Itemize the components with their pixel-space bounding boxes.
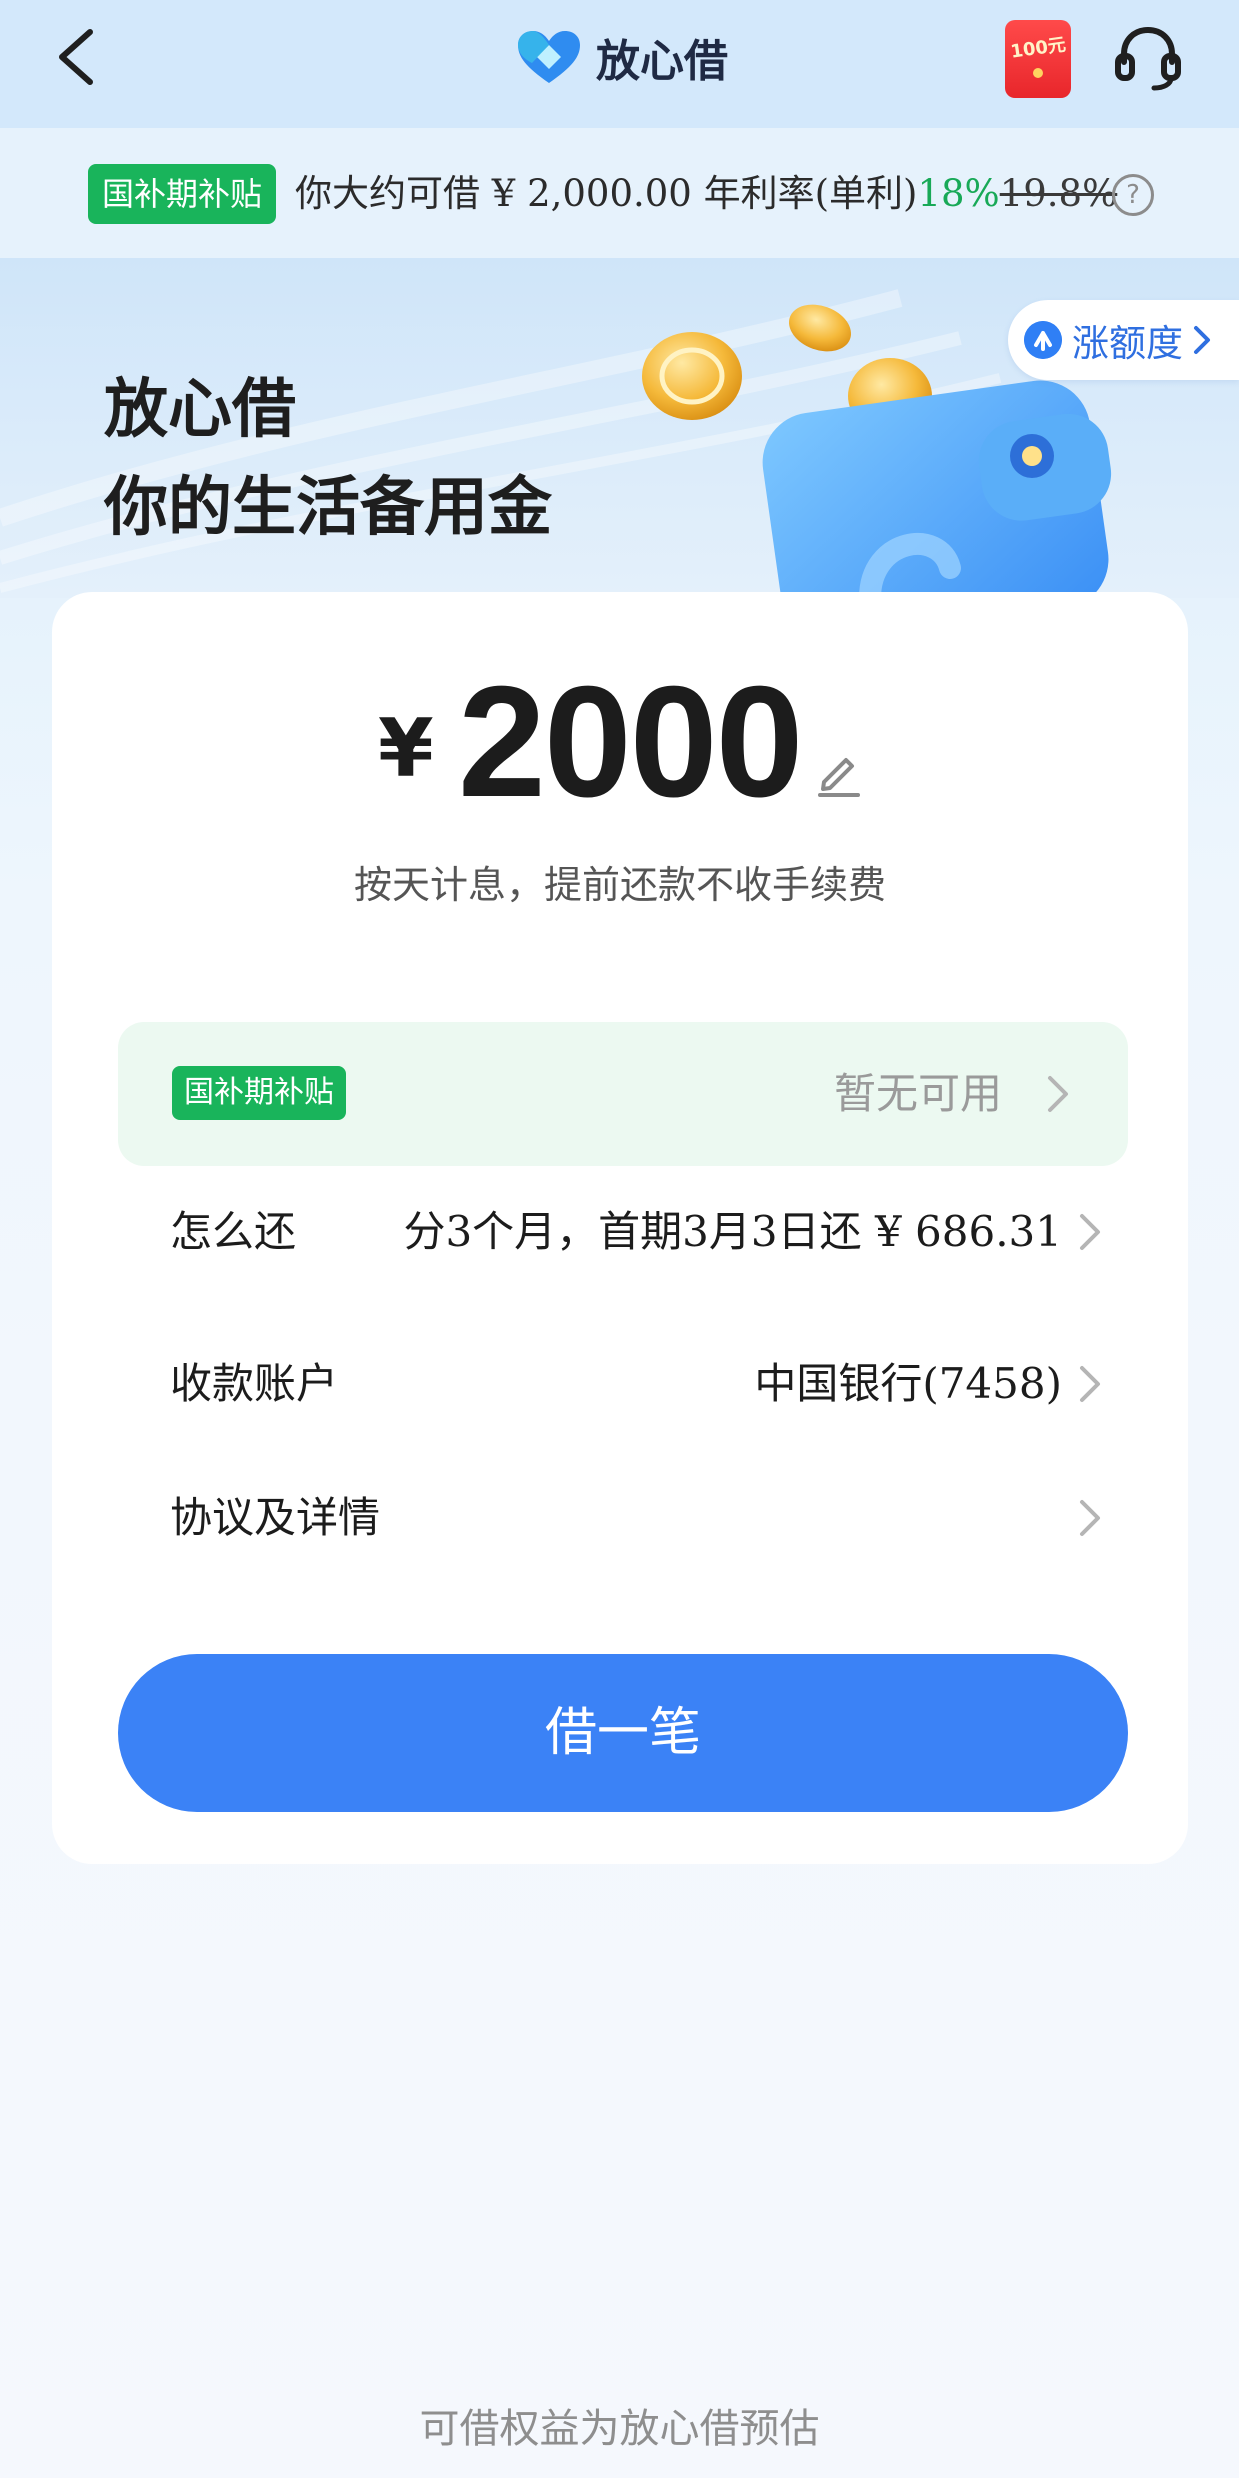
raise-limit-label: 涨额度 — [1072, 322, 1183, 365]
row-label: 协议及详情 — [170, 1493, 381, 1542]
brand-logo-icon — [518, 31, 580, 83]
chevron-left-icon — [59, 29, 93, 85]
rate-new: 18% — [917, 172, 1000, 215]
amount-row: ¥ 2000 — [52, 662, 1188, 822]
subsidy-row[interactable]: 国补期补贴 暂无可用 — [118, 1022, 1128, 1166]
chevron-right-icon — [1080, 1214, 1100, 1250]
hero-subtitle: 你的生活备用金 — [104, 471, 552, 545]
chevron-right-icon — [1194, 326, 1210, 354]
subsidy-tag: 国补期补贴 — [172, 1066, 346, 1120]
agreement-details-row[interactable]: 协议及详情 — [118, 1468, 1128, 1568]
interest-note: 按天计息，提前还款不收手续费 — [353, 863, 886, 907]
customer-service-button[interactable] — [1112, 22, 1184, 94]
chevron-right-icon — [1080, 1366, 1100, 1402]
borrow-button[interactable]: 借一笔 — [118, 1654, 1128, 1812]
rate-old: 19.8% — [999, 172, 1118, 215]
loan-card: ¥ 2000 按天计息，提前还款不收手续费 国补期补贴 暂无可用 怎么还 分3个… — [52, 592, 1188, 1864]
repayment-plan-row[interactable]: 怎么还 分3个月，首期3月3日还 ¥ 686.31 — [118, 1182, 1128, 1282]
row-value: 中国银行(7458) — [754, 1359, 1062, 1408]
subsidy-tag: 国补期补贴 — [88, 164, 277, 224]
edit-amount-button[interactable] — [814, 748, 864, 798]
row-value: 分3个月，首期3月3日还 ¥ 686.31 — [403, 1207, 1062, 1256]
red-packet-button[interactable]: 100元 — [1005, 20, 1071, 98]
chevron-right-icon — [1048, 1076, 1068, 1112]
subsidy-status: 暂无可用 — [833, 1069, 1002, 1118]
brand-title: 放心借 — [596, 36, 728, 87]
currency-symbol: ¥ — [378, 702, 434, 795]
red-packet-label: 100元 — [1009, 34, 1068, 63]
footer-note: 可借权益为放心借预估 — [419, 2406, 820, 2452]
loan-amount: 2000 — [458, 654, 803, 830]
loan-info-text: 你大约可借 ¥ 2,000.00 年利率(单利)18%19.8% — [295, 164, 1117, 224]
red-packet-seal — [1033, 68, 1043, 78]
arrow-up-icon — [1024, 321, 1062, 359]
headset-icon — [1115, 26, 1181, 91]
help-icon[interactable]: ? — [1112, 174, 1154, 216]
row-label: 收款账户 — [170, 1359, 339, 1408]
top-nav-bar: 放心借 100元 — [0, 0, 1239, 128]
receiving-account-row[interactable]: 收款账户 中国银行(7458) — [118, 1334, 1128, 1434]
raise-limit-button[interactable]: 涨额度 — [1008, 300, 1239, 380]
row-label: 怎么还 — [170, 1207, 297, 1256]
back-button[interactable] — [48, 24, 108, 90]
loan-info-bar: 国补期补贴 你大约可借 ¥ 2,000.00 年利率(单利)18%19.8% — [0, 128, 1239, 258]
hero-title: 放心借 — [104, 373, 296, 447]
pencil-icon — [821, 758, 854, 791]
brand: 放心借 — [516, 24, 728, 90]
loan-info-prefix: 你大约可借 ¥ 2,000.00 年利率(单利) — [295, 172, 918, 215]
chevron-right-icon — [1080, 1500, 1100, 1536]
